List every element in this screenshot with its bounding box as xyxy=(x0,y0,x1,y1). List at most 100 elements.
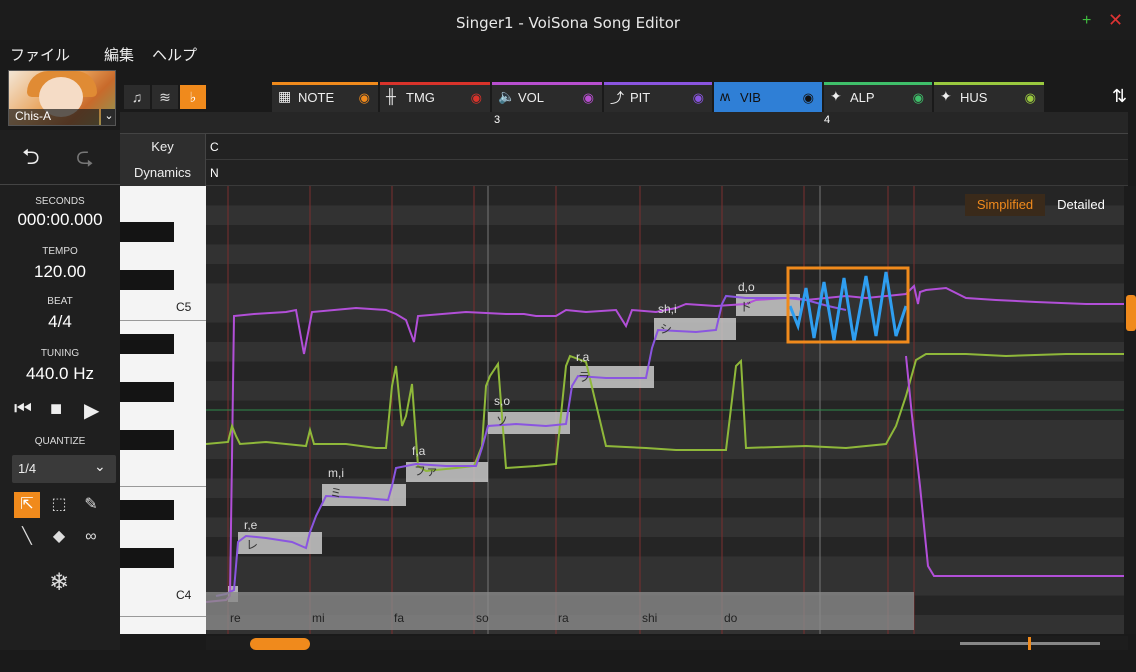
lyric-syllable: fa xyxy=(394,611,404,625)
tab-hus-label: HUS xyxy=(960,90,988,105)
eye-icon[interactable]: ◉ xyxy=(693,90,704,106)
black-key[interactable] xyxy=(120,270,174,290)
chevron-down-icon[interactable]: ⌄ xyxy=(94,458,106,475)
tab-tmg[interactable]: ╫ TMG ◉ xyxy=(380,82,490,112)
tab-vol-label: VOL xyxy=(518,90,545,105)
eye-icon[interactable]: ◉ xyxy=(913,90,924,106)
eye-icon[interactable]: ◉ xyxy=(583,90,594,106)
pitch-lane xyxy=(206,342,1128,362)
window-title: Singer1 - VoiSona Song Editor xyxy=(455,14,681,32)
tab-color-bar xyxy=(714,82,822,85)
menu-file[interactable]: ファイル xyxy=(10,44,70,65)
tab-alp[interactable]: ✦ ALP ◉ xyxy=(824,82,932,112)
pencil-icon[interactable]: ✎ xyxy=(78,492,104,518)
eye-icon[interactable]: ◉ xyxy=(471,90,482,106)
undo-icon[interactable]: ⮌ xyxy=(22,140,40,178)
eye-icon[interactable]: ◉ xyxy=(803,90,814,106)
zoom-slider-thumb[interactable] xyxy=(1028,637,1031,650)
piano-keyboard[interactable]: C5 C4 xyxy=(120,186,206,634)
dynamics-value: N xyxy=(210,166,219,180)
beat-value[interactable]: 4/4 xyxy=(0,312,120,332)
dynamics-row[interactable] xyxy=(120,160,1128,186)
pitch-lane xyxy=(206,537,1128,557)
tab-note-label: NOTE xyxy=(298,90,335,105)
black-key[interactable] xyxy=(120,500,174,520)
tab-note[interactable]: ▦ NOTE ◉ xyxy=(272,82,378,112)
black-key[interactable] xyxy=(120,548,174,568)
eye-icon[interactable]: ◉ xyxy=(359,90,370,106)
menu-edit[interactable]: 編集 xyxy=(104,44,134,65)
note-kana[interactable]: ソ xyxy=(496,412,508,429)
chevron-down-icon[interactable]: ⌄ xyxy=(101,109,115,125)
black-key[interactable] xyxy=(120,430,174,450)
note-icon: ▦ xyxy=(278,88,292,104)
stop-icon[interactable]: ■ xyxy=(50,398,62,421)
singer-avatar[interactable]: Chis-A ⌄ xyxy=(8,70,116,126)
note-kana[interactable]: ファ xyxy=(414,462,438,479)
lyric-syllable: re xyxy=(230,611,241,625)
menu-help[interactable]: ヘルプ xyxy=(152,44,197,65)
c5-key-label: C5 xyxy=(176,300,192,314)
tab-pit-label: PIT xyxy=(630,90,651,105)
pitch-curve-icon: ⤴ xyxy=(610,90,624,106)
key-row[interactable] xyxy=(120,134,1128,160)
line-tool-icon[interactable]: ╲ xyxy=(14,524,40,550)
lyric-syllable: ra xyxy=(558,611,569,625)
pitch-lane xyxy=(206,381,1128,401)
timeline-ruler[interactable] xyxy=(120,112,1128,134)
link-icon[interactable]: ∞ xyxy=(78,524,104,550)
redo-icon[interactable]: ⮎ xyxy=(76,140,94,178)
metronome-icon[interactable]: ♫ xyxy=(124,85,150,109)
select-tool-icon[interactable]: ⇱ xyxy=(14,492,40,518)
close-icon[interactable]: ✕ xyxy=(1108,10,1123,31)
note-kana[interactable]: ミ xyxy=(330,484,342,501)
tuning-value[interactable]: 440.0 Hz xyxy=(0,364,120,384)
wave-mode-icon[interactable]: ≋ xyxy=(152,85,178,109)
black-key[interactable] xyxy=(120,334,174,354)
key-divider xyxy=(120,486,206,487)
tab-color-bar xyxy=(604,82,712,85)
range-select-icon[interactable]: ⬚ xyxy=(46,492,72,518)
note-phoneme: d,o xyxy=(738,280,755,294)
note-kana[interactable]: シ xyxy=(660,320,672,337)
eye-icon[interactable]: ◉ xyxy=(1025,90,1036,106)
note-kana[interactable]: ラ xyxy=(578,368,590,385)
play-icon[interactable]: ▶ xyxy=(84,398,99,423)
go-to-start-icon[interactable]: ⏮ xyxy=(14,398,32,421)
lyric-syllable: shi xyxy=(642,611,657,625)
tab-color-bar xyxy=(272,82,378,85)
pitch-lane xyxy=(206,361,1128,381)
note-kana[interactable]: レ xyxy=(246,536,258,553)
tab-pit[interactable]: ⤴ PIT ◉ xyxy=(604,82,712,112)
key-divider xyxy=(120,320,206,321)
tab-alp-label: ALP xyxy=(850,90,875,105)
simplified-toggle[interactable]: Simplified xyxy=(965,194,1045,216)
black-key[interactable] xyxy=(120,382,174,402)
lyric-syllable: so xyxy=(476,611,489,625)
tab-vib[interactable]: ʍ VIB ◉ xyxy=(714,82,822,112)
divider xyxy=(0,184,120,185)
tab-vib-label: VIB xyxy=(740,90,761,105)
tempo-value[interactable]: 120.00 xyxy=(0,262,120,282)
maximize-icon[interactable]: + xyxy=(1082,12,1091,30)
tab-color-bar xyxy=(824,82,932,85)
tab-vol[interactable]: 🔈 VOL ◉ xyxy=(492,82,602,112)
vertical-scroll-thumb[interactable] xyxy=(1126,295,1136,331)
eraser-icon[interactable]: ◆ xyxy=(46,524,72,550)
note-kana[interactable]: ド xyxy=(740,298,752,315)
tab-hus[interactable]: ✦ HUS ◉ xyxy=(934,82,1044,112)
horizontal-scroll-thumb[interactable] xyxy=(250,638,310,650)
snowflake-icon[interactable]: ❄ xyxy=(46,570,72,596)
key-divider xyxy=(120,616,206,617)
piano-roll[interactable]: re mi fa so ra shi do xyxy=(206,186,1128,634)
piano-roll-canvas[interactable]: re mi fa so ra shi do xyxy=(206,186,1128,634)
settings-icon[interactable]: ⇅ xyxy=(1112,86,1127,107)
black-key[interactable] xyxy=(120,222,174,242)
beat-label: BEAT xyxy=(47,296,73,307)
tab-tmg-label: TMG xyxy=(406,90,435,105)
pitch-lane xyxy=(206,420,1128,440)
vertical-scrollbar[interactable] xyxy=(1124,186,1136,634)
timing-icon: ╫ xyxy=(386,88,396,104)
flat-mode-icon[interactable]: ♭ xyxy=(180,85,206,109)
detailed-toggle[interactable]: Detailed xyxy=(1048,194,1114,216)
